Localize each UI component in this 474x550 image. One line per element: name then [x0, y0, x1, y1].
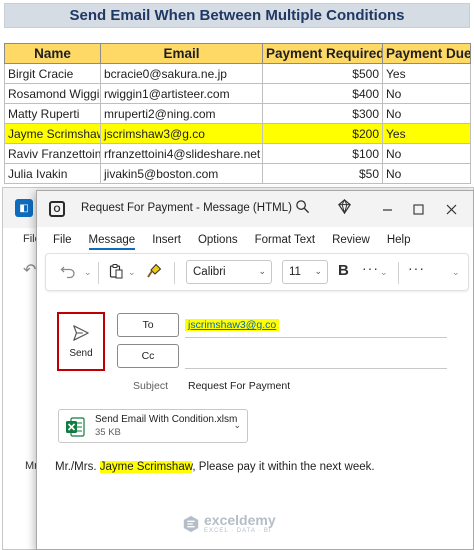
column-header-name[interactable]: Name: [4, 43, 101, 64]
font-name-value: Calibri: [193, 266, 226, 278]
menu-format-text[interactable]: Format Text: [255, 234, 316, 246]
menu-file[interactable]: File: [53, 234, 72, 246]
watermark-name: exceldemy: [204, 512, 276, 528]
chevron-down-icon: ⌄: [314, 266, 322, 276]
cell-payment[interactable]: $100: [262, 143, 383, 164]
menu-bar: File Message Insert Options Format Text …: [37, 229, 473, 251]
sheet-title: Send Email When Between Multiple Conditi…: [4, 3, 470, 28]
cell-name[interactable]: Jayme Scrimshaw: [4, 123, 101, 144]
ribbon-divider: [98, 262, 99, 284]
send-label: Send: [69, 348, 93, 359]
send-icon: [73, 325, 89, 341]
column-header-payment-due[interactable]: Payment Due: [382, 43, 471, 64]
cell-due[interactable]: No: [382, 143, 471, 164]
to-recipient-chip[interactable]: jscrimshaw3@g.co: [185, 319, 280, 331]
cell-payment[interactable]: $500: [262, 63, 383, 84]
cell-due[interactable]: No: [382, 103, 471, 124]
ribbon-divider: [398, 262, 399, 284]
font-name-select[interactable]: Calibri ⌄: [186, 260, 272, 284]
cc-button[interactable]: Cc: [117, 344, 179, 368]
table-row: Rosamond Wiggin rwiggin1@artisteer.com $…: [4, 83, 471, 104]
chevron-down-icon[interactable]: ⌄: [84, 267, 92, 278]
chevron-down-icon[interactable]: ⌄: [452, 267, 460, 278]
diamond-icon[interactable]: [337, 198, 352, 218]
table-row: Julia Ivakin jivakin5@boston.com $50 No: [4, 163, 471, 184]
cell-payment[interactable]: $400: [262, 83, 383, 104]
message-window: O Request For Payment - Message (HTML) F…: [36, 190, 474, 550]
cell-due[interactable]: No: [382, 163, 471, 184]
font-size-select[interactable]: 11 ⌄: [282, 260, 328, 284]
chevron-down-icon: ⌄: [258, 266, 266, 276]
cell-email[interactable]: jivakin5@boston.com: [100, 163, 263, 184]
excel-file-icon: [66, 417, 85, 437]
body-suffix: , Please pay it within the next week.: [192, 461, 375, 473]
cell-email[interactable]: bcracie0@sakura.ne.jp: [100, 63, 263, 84]
font-size-value: 11: [289, 266, 301, 278]
message-body[interactable]: Mr./Mrs. Jayme Scrimshaw, Please pay it …: [55, 461, 375, 473]
table-header-row: Name Email Payment Required Payment Due: [4, 43, 471, 64]
subject-label: Subject: [133, 380, 169, 392]
ribbon-divider: [174, 262, 175, 284]
cell-payment[interactable]: $50: [262, 163, 383, 184]
cell-name[interactable]: Julia Ivakin: [4, 163, 101, 184]
cell-email[interactable]: rwiggin1@artisteer.com: [100, 83, 263, 104]
table-row: Raviv Franzettoini rfranzettoini4@slides…: [4, 143, 471, 164]
column-header-payment-required[interactable]: Payment Required: [262, 43, 383, 64]
search-icon[interactable]: [295, 199, 310, 218]
close-icon[interactable]: [437, 197, 465, 221]
more-format-options-icon[interactable]: ···: [362, 260, 379, 276]
chevron-down-icon[interactable]: ⌄: [128, 267, 136, 278]
cell-email[interactable]: jscrimshaw3@g.co: [100, 123, 263, 144]
menu-options[interactable]: Options: [198, 234, 238, 246]
body-recipient-name: Jayme Scrimshaw: [99, 461, 193, 473]
attachment-name: Send Email With Condition.xlsm: [95, 414, 238, 425]
undo-icon[interactable]: [60, 263, 76, 283]
table-row: Birgit Cracie bcracie0@sakura.ne.jp $500…: [4, 63, 471, 84]
overflow-menu-icon[interactable]: ···: [408, 260, 425, 276]
body-prefix: Mr./Mrs.: [55, 461, 100, 473]
ribbon-toolbar: ⌄ ⌄ Calibri ⌄ 11 ⌄ B ··· ⌄ ··· ⌄: [45, 253, 469, 291]
table-row: Matty Ruperti mruperti2@ning.com $300 No: [4, 103, 471, 124]
to-button[interactable]: To: [117, 313, 179, 337]
cell-email[interactable]: rfranzettoini4@slideshare.net: [100, 143, 263, 164]
cell-name[interactable]: Matty Ruperti: [4, 103, 101, 124]
chevron-down-icon[interactable]: ⌄: [380, 267, 388, 278]
menu-message[interactable]: Message: [88, 234, 135, 250]
cc-field[interactable]: [185, 347, 447, 369]
chevron-down-icon[interactable]: ⌄: [233, 420, 241, 431]
paste-icon[interactable]: [108, 263, 124, 283]
window-title: Request For Payment - Message (HTML): [81, 202, 292, 214]
send-button[interactable]: Send: [57, 312, 105, 371]
cell-due[interactable]: No: [382, 83, 471, 104]
bold-button[interactable]: B: [338, 262, 349, 279]
cell-payment[interactable]: $300: [262, 103, 383, 124]
cell-name[interactable]: Raviv Franzettoini: [4, 143, 101, 164]
cell-name[interactable]: Birgit Cracie: [4, 63, 101, 84]
cell-email[interactable]: mruperti2@ning.com: [100, 103, 263, 124]
outlook-app-icon: ◧: [15, 199, 33, 217]
column-header-email[interactable]: Email: [100, 43, 263, 64]
undo-icon[interactable]: ↶: [23, 260, 36, 280]
subject-field[interactable]: Request For Payment: [188, 380, 290, 392]
message-titlebar: O Request For Payment - Message (HTML): [37, 191, 473, 227]
cell-due[interactable]: Yes: [382, 123, 471, 144]
data-table: Name Email Payment Required Payment Due …: [4, 43, 471, 184]
format-painter-icon[interactable]: [146, 263, 162, 283]
attachment-card[interactable]: Send Email With Condition.xlsm 35 KB ⌄: [58, 409, 248, 443]
menu-help[interactable]: Help: [387, 234, 411, 246]
menu-insert[interactable]: Insert: [152, 234, 181, 246]
exceldemy-watermark: exceldemy EXCEL · DATA · BI: [182, 513, 276, 534]
minimize-icon[interactable]: [373, 197, 401, 221]
exceldemy-logo-icon: [183, 515, 199, 532]
table-row-highlighted: Jayme Scrimshaw jscrimshaw3@g.co $200 Ye…: [4, 123, 471, 144]
to-field[interactable]: jscrimshaw3@g.co: [185, 316, 447, 338]
cell-name[interactable]: Rosamond Wiggin: [4, 83, 101, 104]
watermark-tagline: EXCEL · DATA · BI: [204, 528, 272, 534]
cell-due[interactable]: Yes: [382, 63, 471, 84]
cell-payment[interactable]: $200: [262, 123, 383, 144]
outlook-message-icon: O: [49, 201, 65, 217]
menu-review[interactable]: Review: [332, 234, 370, 246]
maximize-icon[interactable]: [404, 197, 432, 221]
attachment-size: 35 KB: [95, 427, 121, 438]
